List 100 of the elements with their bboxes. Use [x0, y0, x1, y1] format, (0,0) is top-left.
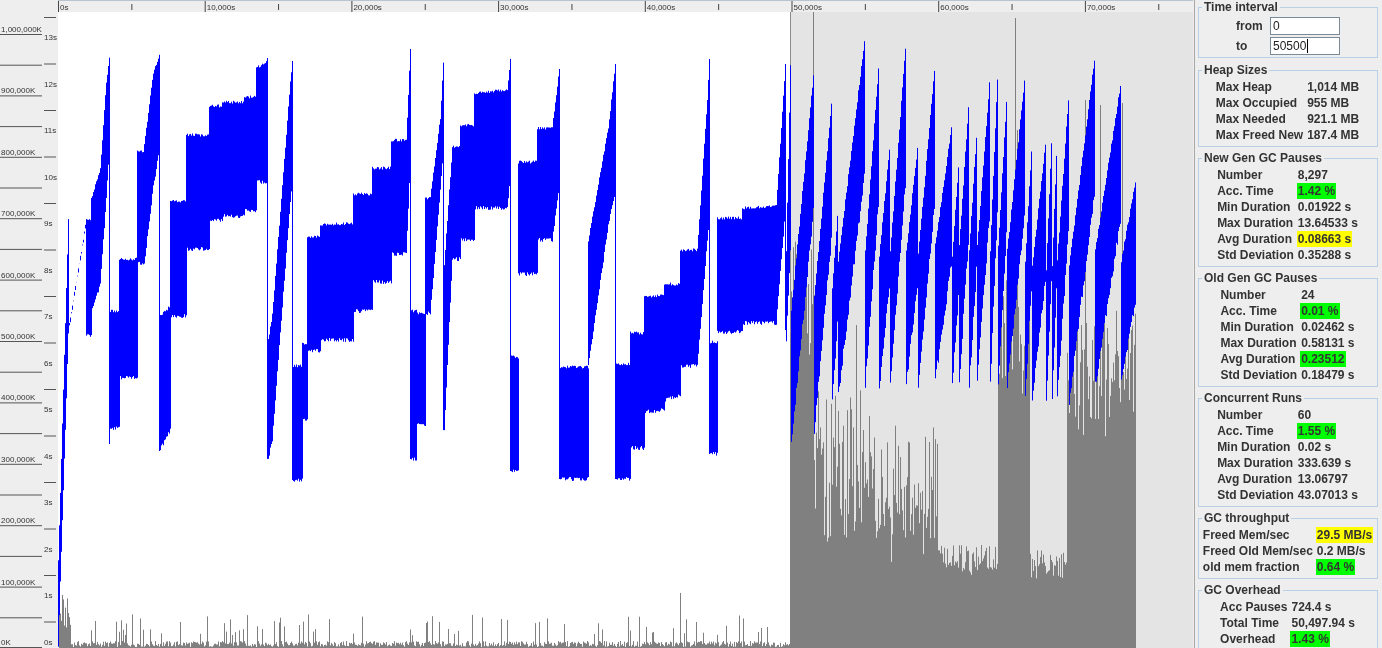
time-axis-label: 40,000s — [646, 2, 676, 12]
stat-value: 187.4 MB — [1306, 127, 1361, 143]
stat-value: 29.5 MB/s — [1315, 527, 1374, 543]
group-title: GC throughput — [1203, 511, 1291, 525]
stat-value: 24 — [1300, 287, 1316, 303]
stat-value: 0.02462 s — [1300, 319, 1356, 335]
pause-axis-label: 0s — [44, 637, 53, 647]
heap-axis-label: 500,000K — [1, 332, 36, 341]
pause-axis-label: 8s — [44, 265, 53, 275]
heap-axis-label: 1,000,000K — [1, 25, 42, 34]
stat-value: 1.42 % — [1296, 183, 1337, 199]
heap-axis-label: 400,000K — [1, 393, 36, 403]
stat-value: 13.64533 s — [1296, 215, 1359, 231]
pause-axis-label: 6s — [44, 358, 53, 368]
stat-value: 1.43 % — [1290, 631, 1330, 647]
stat-value: 60 — [1296, 407, 1313, 423]
stat-value: 955 MB — [1306, 95, 1351, 111]
heap-axis-label: 200,000K — [1, 516, 36, 526]
time-axis-label: 0s — [60, 2, 69, 12]
stat-label: Min Duration — [1217, 199, 1291, 215]
stat-label: Max Duration — [1217, 215, 1294, 231]
field-label: to — [1236, 38, 1249, 54]
stat-value: 1.55 % — [1296, 423, 1337, 439]
time-axis-label: 10,000s — [206, 2, 236, 12]
stat-label: Std Deviation — [1220, 367, 1298, 383]
stat-value: 0.2 MB/s — [1315, 543, 1367, 559]
stat-label: Avg Duration — [1217, 231, 1292, 247]
heap-axis-label: 0K — [1, 638, 11, 647]
stat-label: Number — [1217, 167, 1263, 183]
stat-label: Max Heap — [1215, 79, 1272, 95]
stat-label: Acc. Time — [1217, 423, 1274, 439]
interval-field[interactable]: 50500 — [1270, 37, 1340, 55]
stat-label: Max Occupied — [1215, 95, 1298, 111]
pause-axis-label: 5s — [44, 405, 53, 414]
stat-label: Freed Old Mem/sec — [1202, 543, 1313, 559]
stat-label: Freed Mem/sec — [1202, 527, 1290, 543]
group-title: GC Overhead — [1203, 583, 1282, 597]
pause-axis-label: 11s — [44, 126, 57, 135]
group-title: Concurrent Runs — [1203, 391, 1303, 405]
stat-label: old mem fraction — [1202, 559, 1300, 575]
pause-axis-label: 9s — [44, 219, 53, 228]
group-title: New Gen GC Pauses — [1203, 151, 1324, 165]
stat-value: 333.639 s — [1296, 455, 1353, 471]
heap-axis-label: 900,000K — [1, 86, 36, 96]
field-label: from — [1236, 18, 1264, 34]
stat-value: 0.01922 s — [1296, 199, 1353, 215]
stat-value: 0.02 s — [1296, 439, 1333, 455]
time-axis-label: 60,000s — [940, 2, 969, 12]
stat-label: Overhead — [1220, 631, 1276, 647]
stat-value: 43.07013 s — [1296, 487, 1359, 503]
stat-label: Total Time — [1220, 615, 1279, 631]
interval-field[interactable]: 0 — [1270, 17, 1340, 35]
stat-value: 50,497.94 s — [1290, 615, 1356, 631]
stat-label: Avg Duration — [1220, 351, 1296, 367]
pause-axis-label: 13s — [44, 33, 57, 42]
stat-value: 8,297 — [1296, 167, 1329, 183]
stat-label: Acc. Time — [1220, 303, 1277, 319]
heap-axis-label: 800,000K — [1, 147, 36, 157]
stat-label: Std Deviation — [1217, 487, 1294, 503]
stat-label: Avg Duration — [1217, 471, 1292, 487]
stat-value: 0.18479 s — [1300, 367, 1356, 383]
stat-value: 0.58131 s — [1300, 335, 1356, 351]
pause-axis-label: 3s — [44, 498, 53, 507]
stat-value: 0.35288 s — [1296, 247, 1353, 263]
stat-label: Number — [1220, 287, 1266, 303]
stat-value: 0.23512 — [1300, 351, 1346, 367]
stat-value: 0.64 % — [1315, 559, 1356, 575]
pause-axis-label: 10s — [44, 172, 57, 182]
heap-axis-label: 600,000K — [1, 270, 36, 280]
stat-label: Number — [1217, 407, 1263, 423]
stat-label: Acc. Time — [1217, 183, 1274, 199]
stat-label: Max Freed New — [1215, 127, 1304, 143]
stat-label: Min Duration — [1217, 439, 1291, 455]
stat-value: 13.06797 — [1296, 471, 1349, 487]
stat-label: Max Duration — [1217, 455, 1294, 471]
group-title: Time interval — [1203, 0, 1279, 14]
stat-label: Std Deviation — [1217, 247, 1294, 263]
stat-label: Min Duration — [1220, 319, 1294, 335]
stat-value: 1,014 MB — [1306, 79, 1361, 95]
stat-value: 724.4 s — [1290, 599, 1333, 615]
stat-label: Max Duration — [1220, 335, 1297, 351]
group-title: Heap Sizes — [1203, 63, 1269, 77]
heap-axis-label: 300,000K — [1, 454, 36, 464]
stat-value: 921.1 MB — [1306, 111, 1361, 127]
time-axis-label: 50,000s — [793, 2, 822, 12]
pause-axis-label: 2s — [44, 544, 53, 554]
heap-axis-label: 100,000K — [1, 577, 36, 587]
pause-axis-label: 12s — [44, 79, 57, 89]
pause-axis-label: 1s — [44, 591, 53, 600]
stat-value: 0.01 % — [1300, 303, 1340, 319]
pause-axis-label: 4s — [44, 451, 53, 461]
time-axis-label: 20,000s — [353, 2, 382, 12]
stat-label: Acc Pauses — [1220, 599, 1288, 615]
stat-value: 0.08663 s — [1296, 231, 1353, 247]
heap-axis-label: 700,000K — [1, 209, 36, 219]
time-axis-label: 70,000s — [1086, 2, 1116, 12]
stat-label: Max Needed — [1215, 111, 1286, 127]
pause-axis-label: 7s — [44, 312, 53, 321]
time-axis-label: 30,000s — [500, 2, 529, 12]
group-title: Old Gen GC Pauses — [1203, 271, 1319, 285]
